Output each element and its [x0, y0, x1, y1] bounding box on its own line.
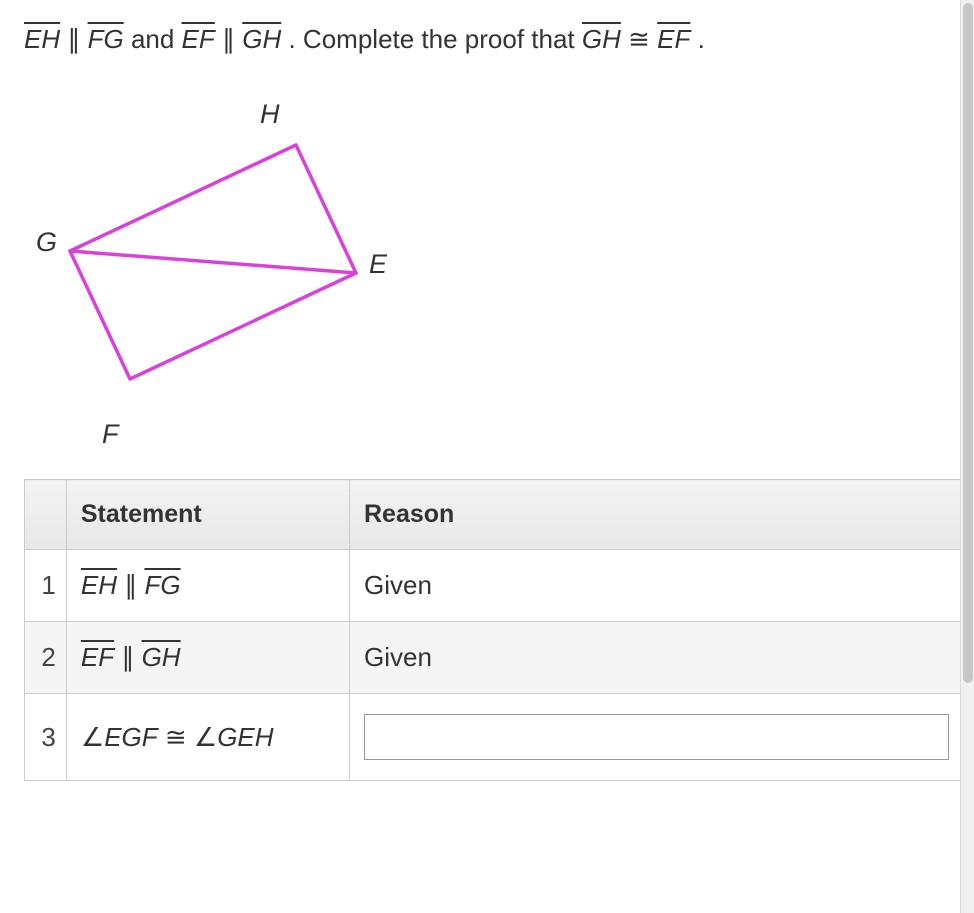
segment-ef: EF — [182, 24, 215, 54]
header-statement: Statement — [66, 480, 349, 550]
row-number: 1 — [25, 550, 67, 622]
row-reason-input-cell — [350, 694, 964, 781]
text-period: . — [698, 24, 705, 54]
geometry-diagram: H G E F — [34, 99, 959, 459]
reason-input[interactable] — [364, 714, 949, 760]
row-number: 2 — [25, 622, 67, 694]
text-and: and — [131, 24, 182, 54]
table-row: 1 EH ∥ FG Given — [25, 550, 964, 622]
conclusion-ef: EF — [657, 24, 690, 54]
stmt-angle-b: GEH — [217, 722, 273, 752]
stmt-angle-a: EGF — [104, 722, 157, 752]
problem-statement: EH ∥ FG and EF ∥ GH . Complete the proof… — [24, 20, 959, 59]
row-reason: Given — [350, 550, 964, 622]
stmt-seg-a: EH — [81, 570, 117, 600]
row-statement: EF ∥ GH — [66, 622, 349, 694]
conclusion-gh: GH — [582, 24, 621, 54]
table-header-row: Statement Reason — [25, 480, 964, 550]
table-row: 3 ∠EGF ≅ ∠GEH — [25, 694, 964, 781]
segment-eh: EH — [24, 24, 60, 54]
vertical-scrollbar[interactable] — [960, 0, 974, 913]
row-number: 3 — [25, 694, 67, 781]
row-reason: Given — [350, 622, 964, 694]
row-statement: ∠EGF ≅ ∠GEH — [66, 694, 349, 781]
scrollbar-thumb[interactable] — [963, 3, 973, 683]
stmt-seg-b: GH — [142, 642, 181, 672]
text-complete: . Complete the proof that — [288, 24, 581, 54]
proof-table: Statement Reason 1 EH ∥ FG Given 2 EF ∥ — [24, 479, 964, 781]
parallelogram-svg — [34, 99, 394, 439]
header-number — [25, 480, 67, 550]
stmt-seg-b: FG — [144, 570, 180, 600]
row-statement: EH ∥ FG — [66, 550, 349, 622]
table-row: 2 EF ∥ GH Given — [25, 622, 964, 694]
segment-fg: FG — [88, 24, 124, 54]
stmt-seg-a: EF — [81, 642, 114, 672]
segment-gh: GH — [242, 24, 281, 54]
header-reason: Reason — [350, 480, 964, 550]
problem-content: EH ∥ FG and EF ∥ GH . Complete the proof… — [0, 0, 974, 781]
